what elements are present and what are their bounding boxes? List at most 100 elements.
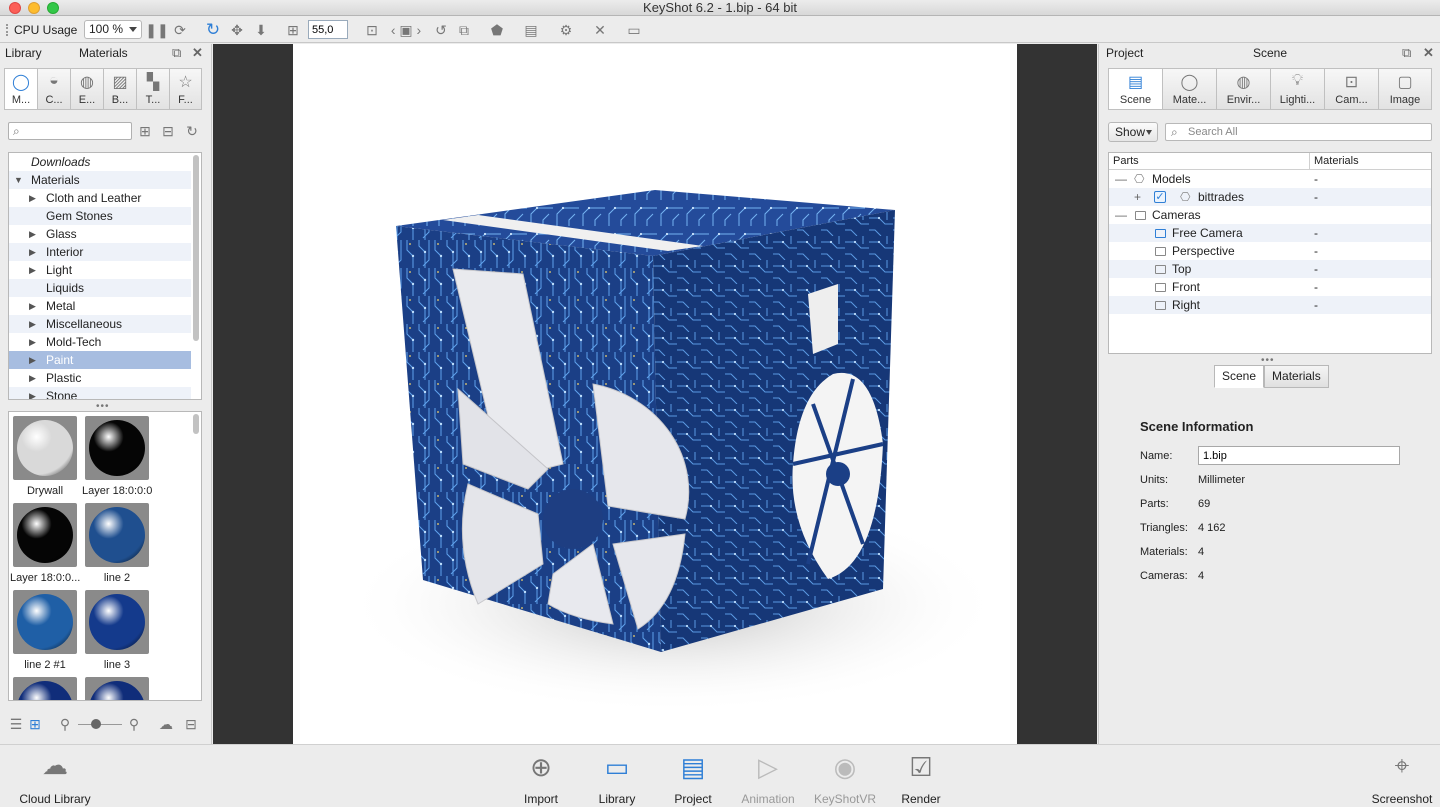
- detach-icon[interactable]: ⧉: [172, 45, 181, 61]
- chevron-right-icon[interactable]: ▶: [29, 297, 36, 315]
- tree-item-materials[interactable]: ▼ Materials: [9, 171, 191, 189]
- scene-row-front[interactable]: Front -: [1109, 278, 1431, 296]
- collapse-icon[interactable]: —: [1115, 206, 1127, 224]
- scene-row-cameras[interactable]: — Cameras: [1109, 206, 1431, 224]
- import-folder-icon[interactable]: ⊟: [182, 714, 200, 734]
- tree-item-cloth-and-leather[interactable]: ▶ Cloth and Leather: [9, 189, 191, 207]
- cloud-library-button[interactable]: ☁ Cloud Library: [10, 745, 100, 807]
- render-button[interactable]: ☑ Render: [876, 745, 966, 807]
- zoom-in-icon[interactable]: ⚲: [127, 714, 141, 734]
- cpu-usage-select[interactable]: 100 %: [84, 20, 142, 39]
- render-area[interactable]: [293, 44, 1017, 767]
- thumbnail-scrollbar[interactable]: [193, 414, 199, 434]
- chevron-right-icon[interactable]: ▶: [29, 315, 36, 333]
- tab-materials[interactable]: ◯ M...: [4, 68, 37, 110]
- thumbnail-item[interactable]: Drywall: [10, 416, 80, 497]
- thumbnail-item[interactable]: [82, 677, 152, 700]
- tab-colors[interactable]: ◒ C...: [37, 68, 70, 110]
- tree-item-mold-tech[interactable]: ▶ Mold-Tech: [9, 333, 191, 351]
- zoom-out-icon[interactable]: ⚲: [58, 714, 72, 734]
- scene-name-input[interactable]: [1198, 446, 1400, 465]
- visibility-checkbox[interactable]: ✓: [1154, 191, 1166, 203]
- close-icon[interactable]: ✕: [1423, 45, 1434, 61]
- close-window-button[interactable]: [9, 2, 21, 14]
- tree-item-stone[interactable]: ▶ Stone: [9, 387, 191, 399]
- toolbar-grip[interactable]: [6, 24, 9, 36]
- chevron-right-icon[interactable]: ▶: [29, 225, 36, 243]
- thumbnail-item[interactable]: Layer 18:0:0...: [10, 503, 80, 584]
- show-dropdown[interactable]: Show: [1108, 122, 1158, 142]
- layout-icon[interactable]: ▤: [522, 20, 540, 40]
- tree-scrollbar[interactable]: [193, 155, 199, 341]
- scene-row-bittrades[interactable]: + ✓ ⎔ bittrades -: [1109, 188, 1431, 206]
- sync-icon[interactable]: ↻: [183, 121, 201, 141]
- scene-row-top[interactable]: Top -: [1109, 260, 1431, 278]
- grid-view-icon[interactable]: ⊞: [27, 714, 43, 734]
- tree-item-liquids[interactable]: Liquids: [9, 279, 191, 297]
- slider-handle[interactable]: [91, 719, 101, 729]
- tab-image[interactable]: ▢ Image: [1378, 68, 1432, 110]
- drop-to-ground-icon[interactable]: ⬇: [251, 20, 271, 40]
- tree-item-downloads[interactable]: Downloads: [9, 153, 191, 171]
- screenshot-icon[interactable]: ⊡: [362, 20, 382, 40]
- chevron-right-icon[interactable]: ▶: [29, 261, 36, 279]
- close-icon[interactable]: ✕: [192, 45, 203, 61]
- scene-search-input[interactable]: ⌕ Search All: [1165, 123, 1432, 141]
- detach-icon[interactable]: ⧉: [1402, 45, 1411, 61]
- fit-view-icon[interactable]: ✥: [227, 20, 247, 40]
- scene-row-models[interactable]: — ⎔ Models -: [1109, 170, 1431, 188]
- pause-icon[interactable]: ❚❚: [145, 20, 168, 40]
- tools-icon[interactable]: ⚙: [556, 20, 576, 40]
- thumbnail-item[interactable]: Layer 18:0:0:0: [82, 416, 152, 497]
- tab-favorites[interactable]: ☆ F...: [169, 68, 202, 110]
- tree-item-metal[interactable]: ▶ Metal: [9, 297, 191, 315]
- screenshot-button[interactable]: ⌖ Screenshot: [1357, 745, 1440, 807]
- add-folder-icon[interactable]: ⊞: [136, 121, 154, 141]
- chevron-right-icon[interactable]: ▶: [29, 387, 36, 399]
- tab-environments[interactable]: ◍ E...: [70, 68, 103, 110]
- scene-row-free-camera[interactable]: Free Camera -: [1109, 224, 1431, 242]
- geometry-icon[interactable]: ✕: [590, 20, 610, 40]
- field-of-view-input[interactable]: [308, 20, 348, 39]
- collapse-icon[interactable]: —: [1115, 170, 1127, 188]
- tab-camera[interactable]: ⊡ Cam...: [1324, 68, 1378, 110]
- lock-icon[interactable]: ⧉: [455, 20, 473, 40]
- tree-item-plastic[interactable]: ▶ Plastic: [9, 369, 191, 387]
- render-viewport[interactable]: [213, 44, 1097, 767]
- chevron-right-icon[interactable]: ▶: [29, 369, 36, 387]
- folder-icon[interactable]: ⊟: [159, 121, 177, 141]
- chevron-down-icon[interactable]: ▼: [14, 171, 23, 189]
- shield-icon[interactable]: ⬟: [488, 20, 506, 40]
- zoom-window-button[interactable]: [47, 2, 59, 14]
- subtab-scene[interactable]: Scene: [1214, 365, 1265, 388]
- refresh-icon[interactable]: ↺: [432, 20, 450, 40]
- chevron-right-icon[interactable]: ▶: [29, 333, 36, 351]
- tab-textures[interactable]: ▚ T...: [136, 68, 169, 110]
- column-parts[interactable]: Parts: [1113, 153, 1139, 170]
- tree-item-paint[interactable]: ▶ Paint: [9, 351, 191, 369]
- thumbnail-item[interactable]: line 2 #1: [10, 590, 80, 671]
- minimize-window-button[interactable]: [28, 2, 40, 14]
- list-view-icon[interactable]: ☰: [8, 714, 24, 734]
- tab-scene[interactable]: ▤ Scene: [1108, 68, 1162, 110]
- tree-item-miscellaneous[interactable]: ▶ Miscellaneous: [9, 315, 191, 333]
- tree-item-interior[interactable]: ▶ Interior: [9, 243, 191, 261]
- scene-row-perspective[interactable]: Perspective -: [1109, 242, 1431, 260]
- tab-material[interactable]: ◯ Mate...: [1162, 68, 1216, 110]
- column-materials[interactable]: Materials: [1309, 153, 1359, 170]
- subtab-materials[interactable]: Materials: [1264, 365, 1329, 388]
- camera-nav-icon[interactable]: ‹ ▣ ›: [386, 20, 426, 40]
- tab-environment[interactable]: ◍ Envir...: [1216, 68, 1270, 110]
- scene-row-right[interactable]: Right -: [1109, 296, 1431, 314]
- library-search-input[interactable]: ⌕: [8, 122, 132, 140]
- tree-item-glass[interactable]: ▶ Glass: [9, 225, 191, 243]
- performance-mode-icon[interactable]: ⟳: [170, 20, 190, 40]
- upload-icon[interactable]: ☁: [157, 714, 175, 734]
- tab-lighting[interactable]: 💡︎ Lighti...: [1270, 68, 1324, 110]
- thumbnail-item[interactable]: [10, 677, 80, 700]
- presentation-icon[interactable]: ▭: [624, 20, 644, 40]
- chevron-right-icon[interactable]: ▶: [29, 243, 36, 261]
- chevron-right-icon[interactable]: ▶: [29, 189, 36, 207]
- expand-icon[interactable]: +: [1134, 188, 1141, 206]
- thumbnail-item[interactable]: line 3: [82, 590, 152, 671]
